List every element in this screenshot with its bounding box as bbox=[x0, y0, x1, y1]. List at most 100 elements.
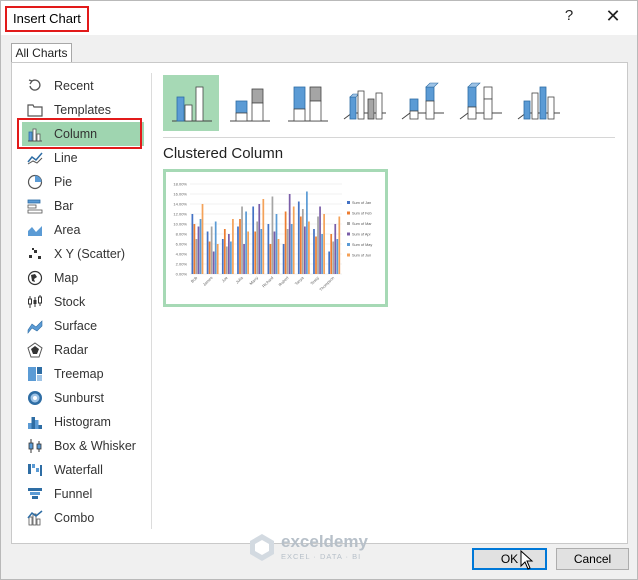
sidebar-item-combo[interactable]: Combo bbox=[22, 506, 144, 530]
3d-100-stacked-column-icon bbox=[458, 79, 504, 128]
sidebar-item-map[interactable]: Map bbox=[22, 266, 144, 290]
subtype-3d-clustered-column-button[interactable] bbox=[337, 75, 393, 131]
sidebar-item-recent[interactable]: Recent bbox=[22, 74, 144, 98]
bar-sum-of-mar bbox=[317, 216, 319, 274]
bar-sum-of-may bbox=[275, 214, 278, 274]
100-stacked-column-icon bbox=[284, 79, 330, 128]
bar-sum-of-jan bbox=[313, 229, 315, 274]
sidebar-item-x-y-scatter[interactable]: X Y (Scatter) bbox=[22, 242, 144, 266]
bar-sum-of-mar bbox=[195, 239, 198, 274]
mouse-cursor-icon bbox=[520, 550, 534, 570]
bar-sum-of-jan bbox=[252, 206, 255, 274]
sidebar-item-histogram[interactable]: Histogram bbox=[22, 410, 144, 434]
sidebar-item-treemap[interactable]: Treemap bbox=[22, 362, 144, 386]
bar-sum-of-jan bbox=[221, 239, 224, 274]
bar-sum-of-jan bbox=[206, 231, 209, 274]
bar-sum-of-may bbox=[336, 239, 339, 274]
legend-label: Sum of Jun bbox=[352, 254, 371, 258]
sidebar-item-waterfall[interactable]: Waterfall bbox=[22, 458, 144, 482]
sidebar-item-surface[interactable]: Surface bbox=[22, 314, 144, 338]
x-tick-label: Thompson bbox=[318, 275, 335, 292]
legend-label: Sum of May bbox=[352, 243, 372, 247]
bar-sum-of-apr bbox=[197, 226, 200, 274]
bar-sum-of-jun bbox=[277, 239, 280, 274]
cancel-button[interactable]: Cancel bbox=[556, 548, 629, 570]
subtype-stacked-column-button[interactable] bbox=[221, 75, 277, 131]
sidebar-item-box-whisker[interactable]: Box & Whisker bbox=[22, 434, 144, 458]
exceldemy-watermark: exceldemy EXCEL · DATA · BI bbox=[247, 532, 397, 566]
legend-label: Sum of Feb bbox=[352, 212, 372, 216]
bar-sum-of-feb bbox=[315, 236, 317, 274]
subtype-clustered-column-button[interactable] bbox=[163, 75, 219, 131]
waterfall-chart-icon bbox=[26, 461, 44, 479]
bar-chart-icon bbox=[26, 197, 44, 215]
sidebar-item-pie[interactable]: Pie bbox=[22, 170, 144, 194]
bar-sum-of-may bbox=[199, 219, 202, 274]
legend-swatch bbox=[347, 222, 350, 225]
ok-button[interactable]: OK bbox=[472, 548, 547, 570]
y-tick-label: 18.00% bbox=[173, 182, 187, 187]
subtype-3d-100-stacked-column-button[interactable] bbox=[453, 75, 509, 131]
bar-sum-of-feb bbox=[223, 229, 226, 274]
sidebar-item-stock[interactable]: Stock bbox=[22, 290, 144, 314]
sidebar-item-line[interactable]: Line bbox=[22, 146, 144, 170]
sidebar-item-funnel[interactable]: Funnel bbox=[22, 482, 144, 506]
bar-sum-of-jan bbox=[267, 224, 270, 274]
legend-swatch bbox=[347, 201, 350, 204]
bar-sum-of-feb bbox=[330, 234, 333, 274]
sidebar-item-templates[interactable]: Templates bbox=[22, 98, 144, 122]
subtype-3d-stacked-column-button[interactable] bbox=[395, 75, 451, 131]
bar-sum-of-apr bbox=[288, 194, 291, 274]
help-button[interactable]: ? bbox=[561, 7, 577, 27]
bar-sum-of-may bbox=[230, 241, 232, 274]
bar-sum-of-mar bbox=[271, 196, 274, 274]
area-chart-icon bbox=[26, 221, 44, 239]
title-bar: Insert Chart ? ✕ bbox=[1, 1, 637, 35]
bar-sum-of-feb bbox=[208, 241, 211, 274]
sidebar-item-label: Radar bbox=[54, 343, 89, 357]
close-button[interactable]: ✕ bbox=[603, 6, 623, 28]
bar-sum-of-jan bbox=[237, 226, 239, 274]
tab-all-charts[interactable]: All Charts bbox=[11, 43, 72, 63]
bar-sum-of-jun bbox=[292, 206, 295, 274]
legend-swatch bbox=[347, 232, 350, 236]
x-tick-label: Tessy bbox=[309, 275, 320, 286]
sidebar-item-label: Map bbox=[54, 271, 79, 285]
bar-sum-of-may bbox=[290, 224, 293, 274]
sidebar-item-column[interactable]: Column bbox=[17, 118, 144, 149]
y-tick-label: 12.00% bbox=[173, 212, 187, 217]
legend-swatch bbox=[347, 253, 350, 257]
sidebar-item-sunburst[interactable]: Sunburst bbox=[22, 386, 144, 410]
sidebar-item-label: Sunburst bbox=[54, 391, 105, 405]
sidebar-item-bar[interactable]: Bar bbox=[22, 194, 144, 218]
subtype-divider bbox=[163, 137, 615, 138]
y-tick-label: 4.00% bbox=[176, 252, 188, 257]
bar-sum-of-mar bbox=[225, 246, 228, 274]
subtype-100-stacked-column-button[interactable] bbox=[279, 75, 335, 131]
chart-preview[interactable]: 0.00% 2.00% 4.00% 6.00% 8.00% 10.00% 12.00% 14.… bbox=[163, 169, 388, 307]
sidebar-item-area[interactable]: Area bbox=[22, 218, 144, 242]
subtype-3d-column-button[interactable] bbox=[511, 75, 567, 131]
bar-sum-of-may bbox=[260, 229, 263, 274]
sidebar-item-radar[interactable]: Radar bbox=[22, 338, 144, 362]
insert-chart-dialog: Insert Chart ? ✕ All Charts Recent Templa… bbox=[0, 0, 638, 580]
templates-icon bbox=[26, 101, 44, 119]
bar-sum-of-jun bbox=[323, 214, 325, 274]
bar-sum-of-mar bbox=[210, 226, 213, 274]
sidebar-item-label: Waterfall bbox=[54, 463, 103, 477]
y-tick-label: 14.00% bbox=[173, 202, 187, 207]
bar-sum-of-may bbox=[214, 221, 217, 274]
legend-swatch bbox=[347, 211, 350, 215]
map-chart-icon bbox=[26, 269, 44, 287]
bar-sum-of-jan bbox=[328, 251, 331, 274]
bar-sum-of-mar bbox=[256, 221, 259, 274]
bar-sum-of-jun bbox=[201, 204, 204, 274]
bar-sum-of-may bbox=[245, 211, 247, 274]
x-tick-label: Marry bbox=[248, 275, 259, 286]
bar-sum-of-feb bbox=[269, 244, 272, 274]
x-tick-label: Joe bbox=[221, 275, 230, 284]
clustered-column-icon bbox=[168, 79, 214, 128]
panel-divider bbox=[151, 73, 152, 529]
bar-sum-of-jun bbox=[262, 199, 265, 274]
bar-sum-of-jan bbox=[297, 201, 300, 274]
